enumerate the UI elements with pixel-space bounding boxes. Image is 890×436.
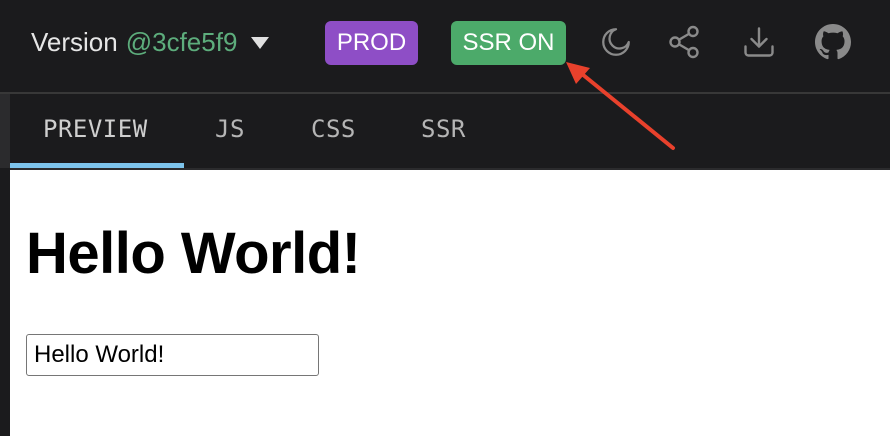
share-icon[interactable] (666, 22, 702, 62)
output-tabs: PREVIEW JS CSS SSR (0, 94, 890, 168)
dropdown-caret-icon (251, 36, 270, 49)
page-heading: Hello World! (26, 221, 361, 286)
ssr-toggle-button[interactable]: SSR ON (451, 21, 566, 65)
top-toolbar: Version @3cfe5f9 PROD SSR ON (0, 0, 890, 94)
github-icon[interactable] (815, 22, 851, 62)
tab-js[interactable]: JS (215, 94, 245, 168)
version-selector[interactable]: Version @3cfe5f9 (31, 27, 270, 58)
tab-preview[interactable]: PREVIEW (43, 94, 148, 168)
version-hash: @3cfe5f9 (125, 27, 238, 57)
prod-toggle-button[interactable]: PROD (325, 21, 418, 65)
version-label: Version (31, 27, 118, 57)
text-input[interactable] (26, 334, 319, 376)
moon-icon[interactable] (598, 22, 634, 62)
tab-css[interactable]: CSS (311, 94, 356, 168)
download-icon[interactable] (741, 22, 777, 62)
tab-ssr[interactable]: SSR (421, 94, 466, 168)
preview-pane: Hello World! (0, 168, 890, 436)
